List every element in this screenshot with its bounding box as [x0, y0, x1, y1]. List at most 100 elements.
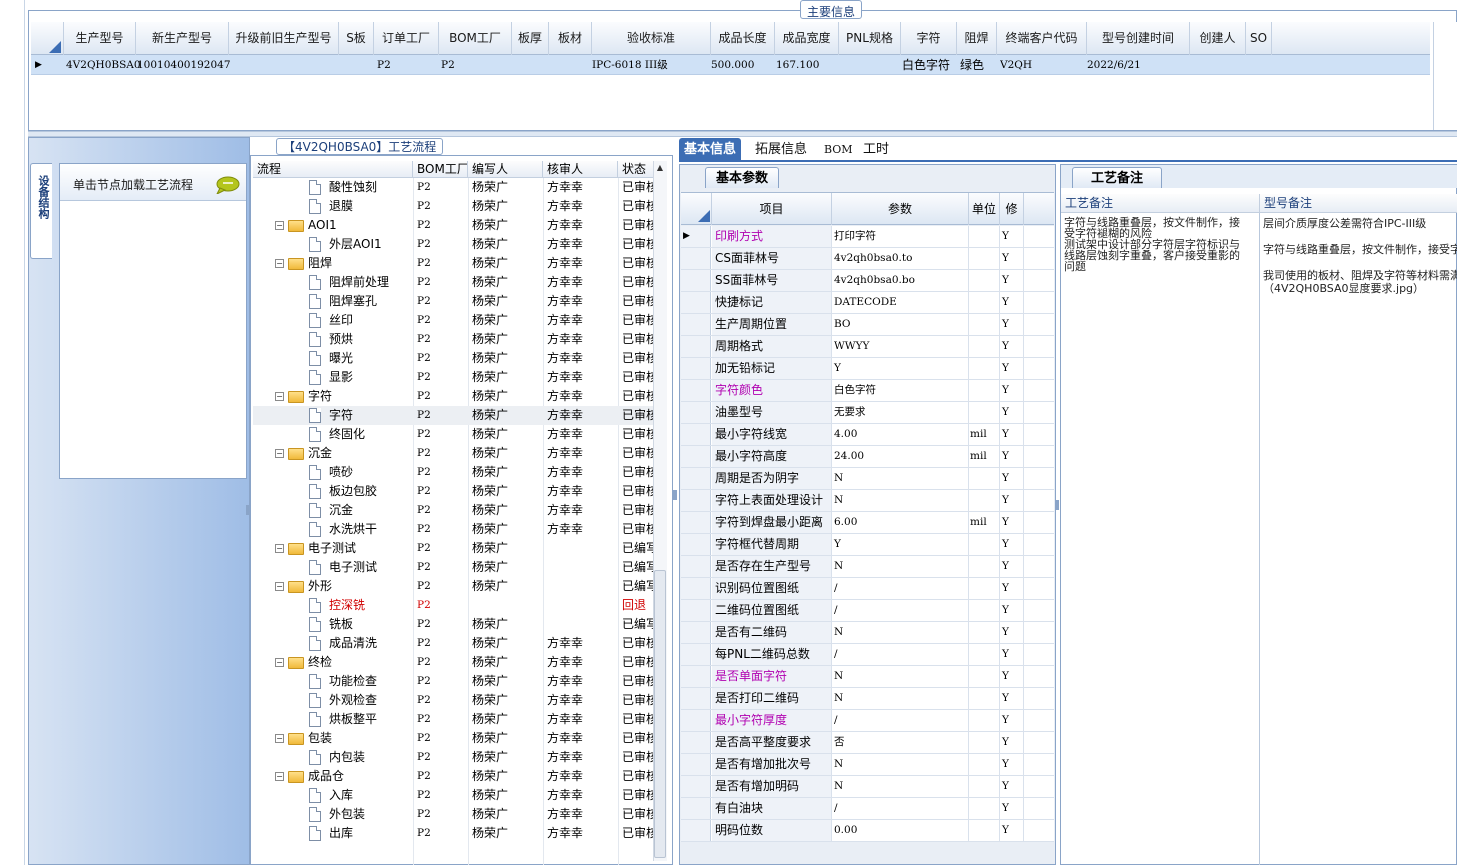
- col-writer[interactable]: 编写人: [468, 161, 543, 178]
- param-value[interactable]: 白色字符: [832, 380, 969, 401]
- col-header[interactable]: 订单工厂: [374, 22, 439, 55]
- col-reviewer[interactable]: 核审人: [543, 161, 618, 178]
- row-selector[interactable]: [681, 688, 711, 709]
- collapse-icon[interactable]: −: [275, 734, 284, 743]
- param-value[interactable]: DATECODE: [832, 292, 969, 313]
- collapse-icon[interactable]: −: [275, 772, 284, 781]
- param-row[interactable]: 生产周期位置 BO Y: [681, 314, 1054, 336]
- process-row[interactable]: 喷砂 P2 杨荣广 方幸幸 已审核: [253, 463, 653, 482]
- param-row[interactable]: 是否高平整度要求否 Y: [681, 732, 1054, 754]
- row-selector[interactable]: [681, 402, 711, 423]
- param-value[interactable]: 4.00: [832, 424, 969, 445]
- param-row[interactable]: ▶ 印刷方式 打印字符 Y: [681, 226, 1054, 248]
- param-value[interactable]: N: [832, 490, 969, 511]
- param-row[interactable]: 油墨型号 无要求 Y: [681, 402, 1054, 424]
- row-selector[interactable]: [681, 424, 711, 445]
- col-header[interactable]: 板厚: [512, 22, 549, 55]
- process-row[interactable]: − 终检 P2 杨荣广 方幸幸 已审核: [253, 653, 653, 672]
- param-row[interactable]: 是否有二维码 N Y: [681, 622, 1054, 644]
- row-selector[interactable]: [681, 754, 711, 775]
- splitter-grip[interactable]: [246, 505, 250, 515]
- row-selector[interactable]: [681, 534, 711, 555]
- param-value[interactable]: /: [832, 798, 969, 819]
- param-value[interactable]: 6.00: [832, 512, 969, 533]
- param-value[interactable]: 打印字符: [832, 226, 969, 247]
- col-header[interactable]: 成品宽度: [775, 22, 839, 55]
- param-row[interactable]: 周期是否为阴字 N Y: [681, 468, 1054, 490]
- row-selector[interactable]: [681, 380, 711, 401]
- param-value[interactable]: 无要求: [832, 402, 969, 423]
- param-value[interactable]: /: [832, 578, 969, 599]
- row-selector[interactable]: [681, 666, 711, 687]
- basic-params-title[interactable]: 基本参数: [705, 167, 780, 188]
- row-selector[interactable]: [681, 490, 711, 511]
- process-row[interactable]: − 电子测试 P2 杨荣广 已编写: [253, 539, 653, 558]
- param-value[interactable]: /: [832, 644, 969, 665]
- process-row[interactable]: 出库 P2 杨荣广 方幸幸 已审核: [253, 824, 653, 843]
- param-row[interactable]: 是否有增加明码 N Y: [681, 776, 1054, 798]
- param-value[interactable]: N: [832, 468, 969, 489]
- collapse-icon[interactable]: −: [275, 259, 284, 268]
- param-value[interactable]: N: [832, 556, 969, 577]
- process-row[interactable]: 控深铣 P2 回退: [253, 596, 653, 615]
- process-row[interactable]: 外观检查 P2 杨荣广 方幸幸 已审核: [253, 691, 653, 710]
- tab-bom[interactable]: BOM: [819, 138, 858, 162]
- scroll-thumb[interactable]: [654, 570, 666, 858]
- row-selector[interactable]: [681, 820, 711, 841]
- process-row[interactable]: 铣板 P2 杨荣广 已编写: [253, 615, 653, 634]
- col-bom[interactable]: BOM工厂: [413, 161, 468, 178]
- cell-length[interactable]: 500.000: [711, 55, 754, 75]
- row-selector[interactable]: [681, 600, 711, 621]
- cell-width[interactable]: 167.100: [776, 55, 819, 75]
- process-row[interactable]: − 外形 P2 杨荣广 已编写: [253, 577, 653, 596]
- remarks-title[interactable]: 工艺备注: [1072, 167, 1163, 188]
- param-value[interactable]: /: [832, 600, 969, 621]
- main-grid-row[interactable]: ▶ 4V2QH0BSA0 10010400192047 P2 P2 IPC-60…: [31, 55, 1430, 75]
- process-row[interactable]: 预烘 P2 杨荣广 方幸幸 已审核: [253, 330, 653, 349]
- process-row[interactable]: 字符 P2 杨荣广 方幸幸 已审核: [253, 406, 653, 425]
- param-row[interactable]: 字符到焊盘最小距离 6.00 mil Y: [681, 512, 1054, 534]
- param-value[interactable]: N: [832, 666, 969, 687]
- row-selector[interactable]: [681, 776, 711, 797]
- param-value[interactable]: BO: [832, 314, 969, 335]
- param-row[interactable]: 最小字符线宽 4.00 mil Y: [681, 424, 1054, 446]
- scroll-up-icon[interactable]: ▲: [654, 163, 666, 175]
- col-header[interactable]: 字符: [901, 22, 957, 55]
- param-value[interactable]: 否: [832, 732, 969, 753]
- process-row[interactable]: − 字符 P2 杨荣广 方幸幸 已审核: [253, 387, 653, 406]
- param-row[interactable]: 字符颜色 白色字符 Y: [681, 380, 1054, 402]
- process-row[interactable]: 外包装 P2 杨荣广 方幸幸 已审核: [253, 805, 653, 824]
- tab-extended-info[interactable]: 拓展信息: [750, 138, 812, 162]
- param-value[interactable]: N: [832, 776, 969, 797]
- row-selector[interactable]: [681, 270, 711, 291]
- param-value[interactable]: 0.00: [832, 820, 969, 841]
- collapse-icon[interactable]: −: [275, 544, 284, 553]
- process-row[interactable]: 显影 P2 杨荣广 方幸幸 已审核: [253, 368, 653, 387]
- row-selector[interactable]: [681, 358, 711, 379]
- process-row[interactable]: 成品清洗 P2 杨荣广 方幸幸 已审核: [253, 634, 653, 653]
- process-row[interactable]: − 沉金 P2 杨荣广 方幸幸 已审核: [253, 444, 653, 463]
- col-item[interactable]: 项目: [712, 193, 832, 225]
- col-unit[interactable]: 单位: [969, 193, 1000, 225]
- param-value[interactable]: 24.00: [832, 446, 969, 467]
- row-selector[interactable]: [681, 710, 711, 731]
- col-header[interactable]: BOM工厂: [439, 22, 512, 55]
- tab-basic-info[interactable]: 基本信息: [679, 138, 742, 162]
- param-row[interactable]: 明码位数 0.00 Y: [681, 820, 1054, 842]
- param-value[interactable]: 4v2qh0bsa0.to: [832, 248, 969, 269]
- tab-worktime[interactable]: 工时: [858, 138, 894, 162]
- param-row[interactable]: 是否单面字符 N Y: [681, 666, 1054, 688]
- col-header[interactable]: 升级前旧生产型号: [229, 22, 339, 55]
- process-row[interactable]: 终固化 P2 杨荣广 方幸幸 已审核: [253, 425, 653, 444]
- row-selector[interactable]: [681, 556, 711, 577]
- splitter-grip[interactable]: [1055, 500, 1059, 510]
- col-header[interactable]: S板: [339, 22, 374, 55]
- row-selector[interactable]: [681, 732, 711, 753]
- process-row[interactable]: 电子测试 P2 杨荣广 已编写: [253, 558, 653, 577]
- process-row[interactable]: 曝光 P2 杨荣广 方幸幸 已审核: [253, 349, 653, 368]
- col-modify[interactable]: 修: [1000, 193, 1024, 225]
- process-row[interactable]: − AOI1 P2 杨荣广 方幸幸 已审核: [253, 216, 653, 235]
- row-selector[interactable]: [681, 644, 711, 665]
- row-selector[interactable]: [681, 512, 711, 533]
- param-row[interactable]: 有白油块 / Y: [681, 798, 1054, 820]
